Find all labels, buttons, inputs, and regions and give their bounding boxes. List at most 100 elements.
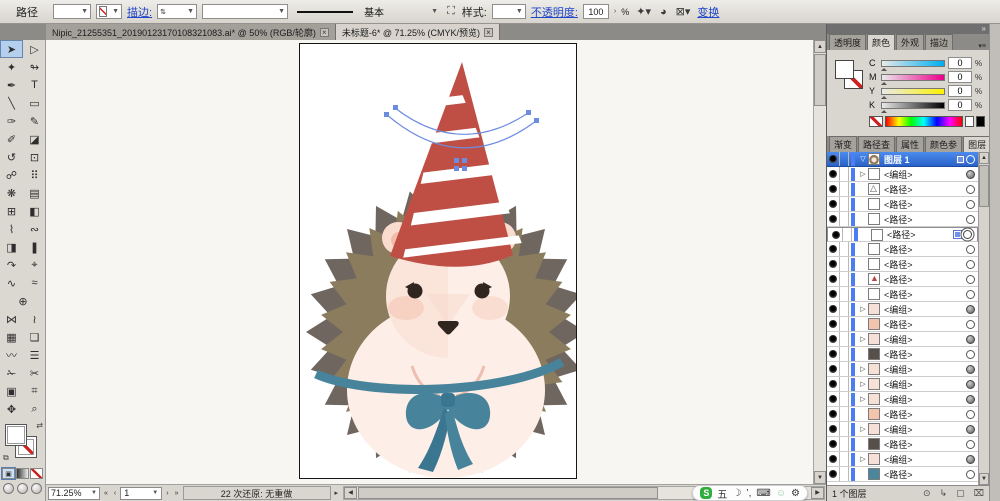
scroll-down-icon[interactable]: ▼	[814, 471, 826, 484]
layer-thumbnail[interactable]	[868, 393, 880, 405]
artboard[interactable]	[299, 43, 586, 479]
collapse-icon[interactable]: »	[982, 24, 986, 33]
scroll-down-icon[interactable]: ▼	[979, 473, 989, 485]
tab-attributes[interactable]: 属性	[896, 136, 925, 152]
mesh-tool[interactable]: ⊞	[0, 202, 23, 220]
expand-arrow-icon[interactable]: ▷	[858, 425, 868, 433]
white-swatch[interactable]	[965, 115, 974, 127]
layer-thumbnail[interactable]	[868, 153, 880, 165]
expand-arrow-icon[interactable]: ▷	[858, 455, 868, 463]
lock-column[interactable]	[840, 272, 849, 286]
visibility-eye-icon[interactable]	[829, 155, 837, 163]
isolate-icon[interactable]: ⛶	[445, 5, 457, 18]
target-circle[interactable]	[966, 169, 975, 179]
layer-thumbnail[interactable]	[871, 228, 883, 241]
visibility-eye-icon[interactable]	[829, 335, 837, 343]
layer-name[interactable]: <编组>	[884, 303, 966, 316]
tab-appearance[interactable]: 外观	[896, 34, 925, 50]
none-swatch[interactable]	[869, 115, 883, 127]
zoom-level-select[interactable]: 71.25% ▼	[48, 486, 100, 500]
pen-tool[interactable]: ✒	[0, 76, 23, 94]
layer-thumbnail[interactable]	[868, 303, 880, 315]
layer-thumbnail[interactable]	[868, 243, 880, 255]
next-page-button[interactable]: ›	[164, 490, 170, 497]
toolbox-wrench-icon[interactable]: ⚙	[791, 488, 800, 499]
fill-color-select[interactable]: ▼	[53, 4, 91, 19]
layer-row[interactable]: ▷ <编组>	[827, 377, 978, 392]
layer-thumbnail[interactable]	[868, 423, 880, 435]
layer-name[interactable]: <路径>	[884, 288, 966, 301]
selection-tool[interactable]: ➤	[0, 40, 23, 58]
document-tab-inactive[interactable]: Nipic_21255351_20190123170108321083.ai* …	[46, 24, 336, 40]
lock-column[interactable]	[840, 452, 849, 466]
keyboard-icon[interactable]: ⌨	[756, 488, 770, 499]
expand-arrow-icon[interactable]: ▷	[858, 335, 868, 343]
magic-wand-tool[interactable]: ✦	[0, 58, 23, 76]
last-page-button[interactable]: »	[173, 490, 181, 497]
color-slider[interactable]	[881, 73, 945, 85]
visibility-eye-icon[interactable]	[829, 380, 837, 388]
lock-column[interactable]	[840, 362, 849, 376]
slice-tool[interactable]: ⌗	[23, 382, 46, 400]
stroke-color-select[interactable]: ▼	[96, 4, 122, 19]
color-mode-button[interactable]: ▣	[1, 467, 16, 480]
target-circle[interactable]	[963, 230, 972, 239]
column-graph-tool[interactable]: ❚	[23, 238, 46, 256]
layer-name[interactable]: <编组>	[884, 333, 966, 346]
layer-row[interactable]: <路径>	[827, 242, 978, 257]
layer-thumbnail[interactable]	[868, 288, 880, 300]
visibility-eye-icon[interactable]	[829, 305, 837, 313]
layer-row[interactable]: ▷ <编组>	[827, 362, 978, 377]
layer-thumbnail[interactable]	[868, 258, 880, 270]
target-circle[interactable]	[966, 184, 975, 194]
layer-name[interactable]: <路径>	[884, 258, 966, 271]
layer-thumbnail[interactable]	[868, 348, 880, 360]
layer-name[interactable]: <路径>	[884, 438, 966, 451]
spinner-icon[interactable]: ›	[614, 8, 616, 15]
close-icon[interactable]: ×	[319, 27, 329, 37]
smooth-tool[interactable]: ✐	[0, 130, 23, 148]
mesh-grid-tool[interactable]: ▦	[0, 328, 23, 346]
fullscreen-menu-button[interactable]	[17, 483, 28, 494]
target-circle[interactable]	[966, 379, 975, 389]
new-sublayer-icon[interactable]: ↳	[940, 488, 948, 499]
artboard-tool[interactable]: ⊕	[0, 292, 46, 310]
layer-row[interactable]: <路径>	[827, 467, 978, 482]
target-circle[interactable]	[966, 424, 975, 434]
target-circle[interactable]	[966, 469, 975, 479]
target-circle[interactable]	[966, 214, 975, 224]
recolor-artwork-icon[interactable]: ◕	[658, 6, 669, 18]
default-fill-stroke-icon[interactable]: ⧉	[3, 453, 9, 463]
color-slider[interactable]	[881, 59, 945, 71]
layer-name[interactable]: <路径>	[884, 348, 966, 361]
page-tool[interactable]: ❏	[23, 328, 46, 346]
reshape-tool[interactable]: ↷	[0, 256, 23, 274]
visibility-eye-icon[interactable]	[829, 275, 837, 283]
moon-icon[interactable]: ☽	[732, 488, 741, 499]
visibility-eye-icon[interactable]	[829, 215, 837, 223]
tab-pathfinder[interactable]: 路径查	[858, 136, 896, 152]
lock-column[interactable]	[840, 347, 849, 361]
expand-arrow-icon[interactable]: ▽	[858, 155, 868, 163]
stroke-weight-select[interactable]: ⇅ ▼	[157, 4, 198, 19]
skin-icon[interactable]: ☺	[776, 488, 786, 499]
graphic-style-select[interactable]: ▼	[491, 4, 526, 19]
expand-arrow-icon[interactable]: ▷	[858, 305, 868, 313]
layer-row[interactable]: <路径>	[827, 182, 978, 197]
blend-tool[interactable]: ∾	[23, 220, 46, 238]
first-page-button[interactable]: «	[102, 490, 110, 497]
type-tool[interactable]: T	[23, 76, 46, 94]
layer-row[interactable]: <路径>	[827, 212, 978, 227]
color-value-input[interactable]: 0	[948, 85, 972, 97]
layer-row[interactable]: <路径>	[827, 197, 978, 212]
lock-column[interactable]	[840, 302, 849, 316]
scrollbar-thumb[interactable]	[358, 487, 659, 499]
layer-thumbnail[interactable]	[868, 213, 880, 225]
lock-column[interactable]	[840, 182, 849, 196]
visibility-eye-icon[interactable]	[829, 425, 837, 433]
target-circle[interactable]	[966, 154, 975, 164]
color-value-input[interactable]: 0	[948, 99, 972, 111]
none-mode-button[interactable]	[30, 468, 43, 479]
layer-name[interactable]: <路径>	[884, 213, 966, 226]
wrinkle-tool[interactable]: 〰	[0, 346, 23, 364]
